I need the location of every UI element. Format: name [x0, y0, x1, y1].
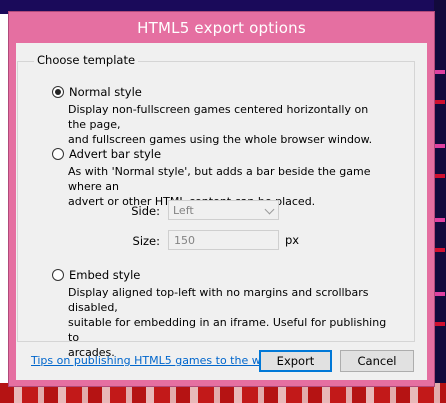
normal-style-description: Display non-fullscreen games centered ho…	[68, 102, 388, 147]
radio-button-normal[interactable]	[52, 86, 64, 98]
chevron-down-icon	[264, 204, 275, 215]
radio-label-advert-bar: Advert bar style	[69, 147, 162, 161]
radio-normal-style[interactable]: Normal style	[52, 85, 142, 99]
radio-label-normal: Normal style	[69, 85, 142, 99]
choose-template-legend: Choose template	[34, 53, 139, 67]
embed-style-desc-line: suitable for embedding in an iframe. Use…	[68, 316, 387, 344]
advert-bar-desc-line: As with 'Normal style', but adds a bar b…	[68, 165, 371, 193]
publishing-tips-link[interactable]: Tips on publishing HTML5 games to the we…	[31, 354, 274, 367]
background-game-dots	[435, 30, 445, 350]
radio-advert-bar-style[interactable]: Advert bar style	[52, 147, 161, 161]
size-input-value: 150	[174, 233, 195, 247]
normal-style-desc-line: Display non-fullscreen games centered ho…	[68, 103, 369, 131]
side-select-value: Left	[173, 203, 194, 217]
embed-style-description: Display aligned top-left with no margins…	[68, 285, 388, 360]
normal-style-desc-line: and fullscreen games using the whole bro…	[68, 133, 373, 146]
export-button[interactable]: Export	[259, 350, 332, 372]
radio-embed-style[interactable]: Embed style	[52, 268, 140, 282]
dialog-titlebar[interactable]: HTML5 export options	[9, 12, 434, 43]
embed-style-desc-line: Display aligned top-left with no margins…	[68, 286, 369, 314]
dialog-title: HTML5 export options	[137, 18, 306, 37]
radio-button-advert-bar[interactable]	[52, 148, 64, 160]
radio-button-embed[interactable]	[52, 269, 64, 281]
size-input[interactable]: 150	[168, 230, 279, 250]
size-label: Size:	[132, 234, 160, 248]
radio-label-embed: Embed style	[69, 268, 141, 282]
side-label: Side:	[131, 204, 160, 218]
side-select[interactable]: Left	[168, 200, 279, 220]
size-unit-label: px	[285, 233, 300, 247]
cancel-button[interactable]: Cancel	[340, 350, 414, 372]
